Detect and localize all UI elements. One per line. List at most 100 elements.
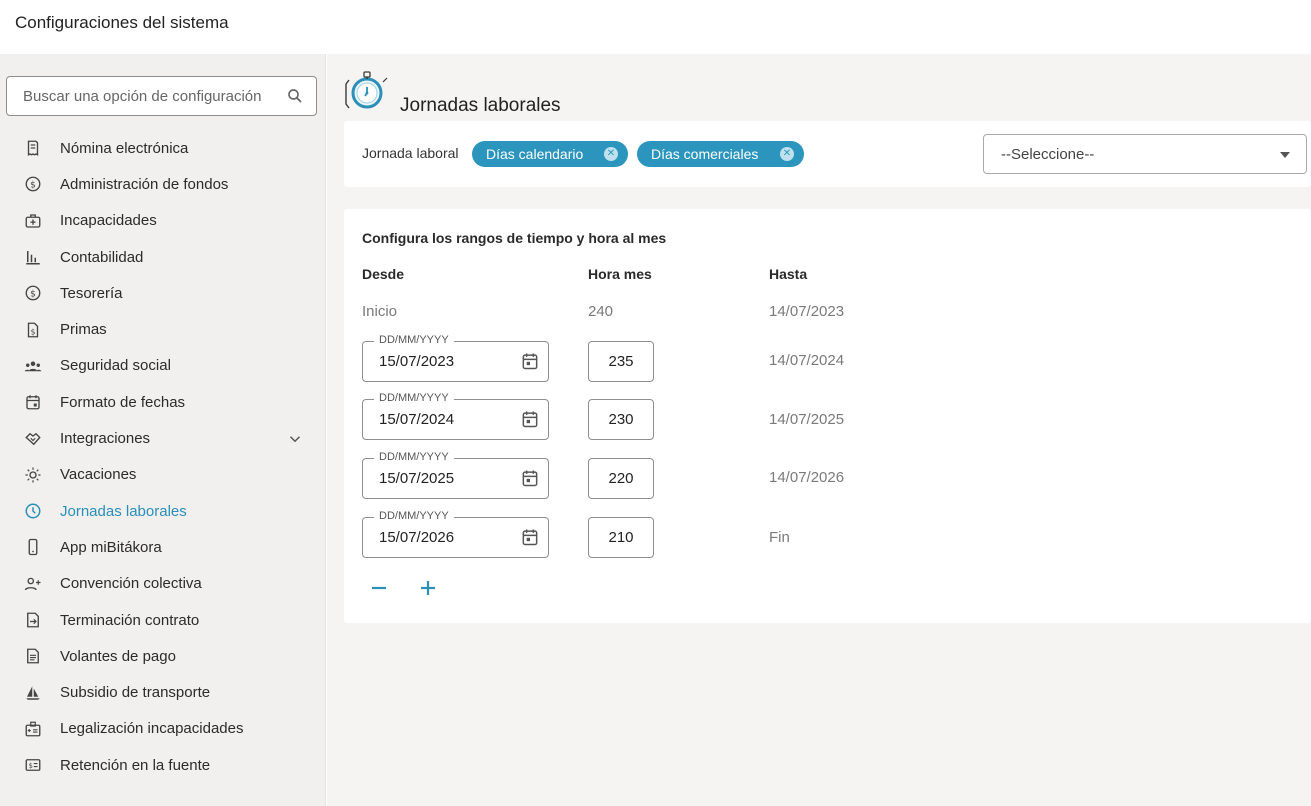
dollar-circle-icon: $ xyxy=(23,174,43,194)
calendar-icon[interactable] xyxy=(520,468,540,488)
sidebar-item-label: Seguridad social xyxy=(60,357,171,375)
hora-mes-input[interactable] xyxy=(589,400,653,439)
hora-mes-field[interactable] xyxy=(588,399,654,440)
sidebar-item-contabilidad[interactable]: Contabilidad xyxy=(0,239,326,275)
dollar-circle-icon: $ xyxy=(23,283,43,303)
add-range-button[interactable] xyxy=(416,576,440,600)
handshake-icon xyxy=(23,429,43,449)
sidebar-item-subsidio-transporte[interactable]: Subsidio de transporte xyxy=(0,674,326,710)
hora-mes-field[interactable] xyxy=(588,341,654,382)
column-header-hasta: Hasta xyxy=(769,266,808,282)
svg-text:$: $ xyxy=(29,762,33,770)
search-box[interactable] xyxy=(6,76,317,116)
remove-range-button[interactable] xyxy=(367,576,391,600)
sidebar-item-retencion-fuente[interactable]: $ Retención en la fuente xyxy=(0,747,326,783)
sidebar-item-label: App miBitákora xyxy=(60,538,162,556)
svg-text:$: $ xyxy=(30,181,36,191)
first-row-hasta: 14/07/2023 xyxy=(769,303,845,320)
sidebar-item-nomina-electronica[interactable]: Nómina electrónica xyxy=(0,130,326,166)
desde-date-input[interactable] xyxy=(363,518,513,557)
close-icon[interactable]: ✕ xyxy=(780,147,794,161)
stopwatch-icon xyxy=(345,71,388,109)
hasta-value: 14/07/2025 xyxy=(769,411,845,428)
sidebar-nav: Nómina electrónica $ Administración de f… xyxy=(0,130,326,783)
calendar-icon xyxy=(23,392,43,412)
document-dollar-icon: $ xyxy=(23,320,43,340)
sidebar-item-label: Vacaciones xyxy=(60,466,137,484)
hasta-value: Fin xyxy=(769,529,790,546)
calendar-icon[interactable] xyxy=(520,351,540,371)
sidebar-item-app-mibitakora[interactable]: App miBitákora xyxy=(0,529,326,565)
jornada-label: Jornada laboral xyxy=(362,145,459,161)
sidebar-item-convencion-colectiva[interactable]: Convención colectiva xyxy=(0,566,326,602)
close-icon[interactable]: ✕ xyxy=(604,147,618,161)
sailboat-icon xyxy=(23,683,43,703)
sidebar-item-terminacion-contrato[interactable]: Terminación contrato xyxy=(0,602,326,638)
sidebar-item-incapacidades[interactable]: Incapacidades xyxy=(0,203,326,239)
sidebar-item-label: Legalización incapacidades xyxy=(60,720,244,738)
page-title: Jornadas laborales xyxy=(400,95,561,116)
sidebar-item-administracion-fondos[interactable]: $ Administración de fondos xyxy=(0,166,326,202)
sidebar-item-volantes-pago[interactable]: Volantes de pago xyxy=(0,638,326,674)
chip-label: Días comerciales xyxy=(651,146,759,162)
calendar-icon[interactable] xyxy=(520,409,540,429)
hora-mes-input[interactable] xyxy=(589,459,653,498)
search-input[interactable] xyxy=(7,77,287,115)
sidebar-item-label: Volantes de pago xyxy=(60,647,176,665)
chip-label: Días calendario xyxy=(486,146,584,162)
first-row-desde: Inicio xyxy=(362,303,398,320)
desde-date-field[interactable]: DD/MM/YYYY xyxy=(362,451,549,499)
sidebar-item-formato-fechas[interactable]: Formato de fechas xyxy=(0,384,326,420)
sidebar-item-primas[interactable]: $ Primas xyxy=(0,311,326,347)
desde-date-field[interactable]: DD/MM/YYYY xyxy=(362,334,549,382)
top-bar: Configuraciones del sistema xyxy=(0,0,1311,54)
sidebar-item-vacaciones[interactable]: Vacaciones xyxy=(0,457,326,493)
hasta-value: 14/07/2024 xyxy=(769,352,845,369)
section-title: Configura los rangos de tiempo y hora al… xyxy=(362,230,667,246)
bar-chart-icon xyxy=(23,247,43,267)
column-header-hora-mes: Hora mes xyxy=(588,266,652,282)
search-icon[interactable] xyxy=(286,87,304,105)
person-add-icon xyxy=(23,574,43,594)
sidebar-item-label: Subsidio de transporte xyxy=(60,684,211,702)
desde-date-input[interactable] xyxy=(363,342,513,381)
document-icon xyxy=(23,646,43,666)
hora-mes-field[interactable] xyxy=(588,458,654,499)
chevron-down-icon[interactable] xyxy=(286,430,304,448)
hora-mes-field[interactable] xyxy=(588,517,654,558)
svg-text:$: $ xyxy=(31,327,36,336)
main-content: Jornadas laborales Jornada laboral Días … xyxy=(327,54,1311,806)
app-title: Configuraciones del sistema xyxy=(15,13,229,32)
sidebar-item-tesoreria[interactable]: $ Tesorería xyxy=(0,275,326,311)
contract-end-icon xyxy=(23,610,43,630)
sidebar-item-label: Terminación contrato xyxy=(60,611,200,629)
svg-text:$: $ xyxy=(30,290,36,300)
sidebar-item-label: Jornadas laborales xyxy=(60,502,187,520)
desde-date-input[interactable] xyxy=(363,459,513,498)
jornada-card: Jornada laboral Días calendario ✕ Días c… xyxy=(344,121,1311,187)
ranges-card: Configura los rangos de tiempo y hora al… xyxy=(344,209,1311,623)
sidebar-item-label: Convención colectiva xyxy=(60,575,202,593)
sidebar-item-label: Tesorería xyxy=(60,284,123,302)
phone-icon xyxy=(23,537,43,557)
select-value: --Seleccione-- xyxy=(1001,146,1095,163)
desde-date-input[interactable] xyxy=(363,400,513,439)
desde-date-field[interactable]: DD/MM/YYYY xyxy=(362,392,549,440)
medical-kit-icon xyxy=(23,211,43,231)
sidebar-item-jornadas-laborales[interactable]: Jornadas laborales xyxy=(0,493,326,529)
jornada-select[interactable]: --Seleccione-- xyxy=(983,134,1307,174)
sidebar-item-label: Primas xyxy=(60,321,107,339)
chip-dias-calendario[interactable]: Días calendario ✕ xyxy=(472,141,628,167)
sidebar-item-label: Administración de fondos xyxy=(60,175,229,193)
desde-date-field[interactable]: DD/MM/YYYY xyxy=(362,510,549,558)
hasta-value: 14/07/2026 xyxy=(769,469,845,486)
calendar-icon[interactable] xyxy=(520,527,540,547)
chip-dias-comerciales[interactable]: Días comerciales ✕ xyxy=(637,141,804,167)
group-icon xyxy=(23,356,43,376)
hora-mes-input[interactable] xyxy=(589,342,653,381)
sidebar-item-legalizacion-incapacidades[interactable]: Legalización incapacidades xyxy=(0,711,326,747)
sidebar-item-integraciones[interactable]: Integraciones xyxy=(0,420,326,456)
hora-mes-input[interactable] xyxy=(589,518,653,557)
sidebar-item-seguridad-social[interactable]: Seguridad social xyxy=(0,348,326,384)
sidebar-item-label: Retención en la fuente xyxy=(60,756,211,774)
